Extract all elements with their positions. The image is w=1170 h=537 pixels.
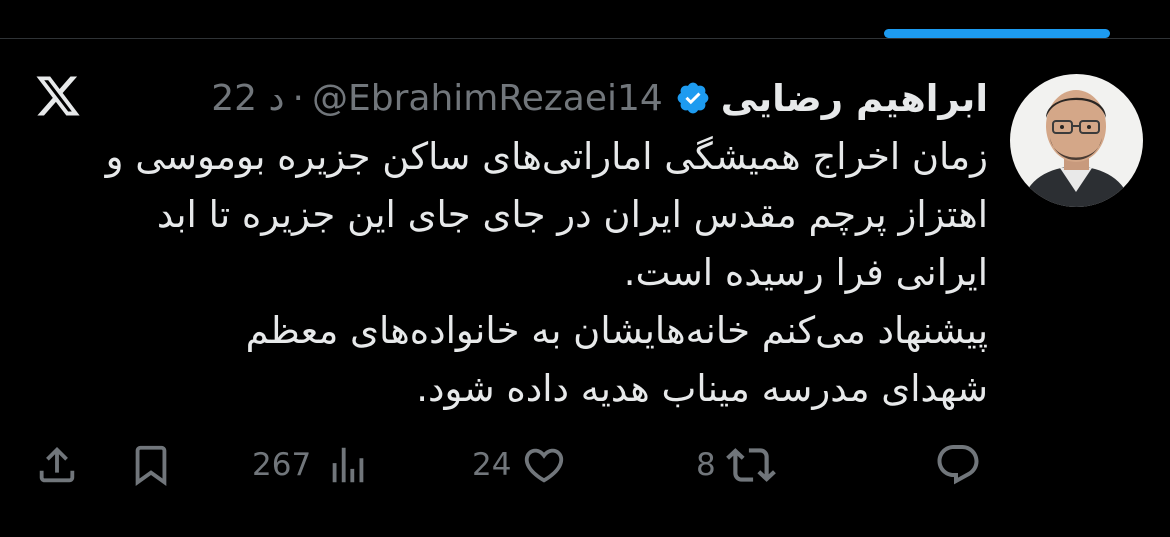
avatar[interactable] (1010, 74, 1143, 207)
bookmark-button[interactable] (128, 440, 174, 490)
views-button[interactable]: 267 (252, 440, 371, 490)
action-bar: 267 24 8 (0, 440, 1170, 490)
retweet-icon (725, 440, 776, 490)
tweet-text-line: ایرانی فرا رسیده است. (623, 251, 988, 294)
bookmark-icon (128, 442, 174, 488)
share-icon (34, 442, 80, 488)
timestamp[interactable]: 22 د (211, 78, 284, 119)
handle[interactable]: @EbrahimRezaei14 (312, 78, 663, 119)
like-count: 24 (472, 447, 512, 483)
tweet-text-line: اهتزاز پرچم مقدس ایران در جای جای این جز… (156, 193, 988, 236)
avatar-image (1010, 74, 1143, 207)
tweet-text-line: پیشنهاد می‌کنم خانه‌هایشان به خانواده‌ها… (245, 309, 988, 352)
tweet-text-line: زمان اخراج همیشگی اماراتی‌های ساکن جزیره… (105, 135, 988, 178)
display-name[interactable]: ابراهیم رضایی (721, 77, 988, 120)
verified-badge-icon (675, 80, 711, 116)
tweet-text-line: شهدای مدرسه میناب هدیه داده شود. (416, 367, 988, 410)
tweet-header: ابراهیم رضایی @EbrahimRezaei14 · 22 د (211, 70, 988, 126)
active-tab-indicator (884, 29, 1110, 38)
separator: · (292, 77, 304, 119)
heart-icon (521, 442, 567, 488)
tweet-text: زمان اخراج همیشگی اماراتی‌های ساکن جزیره… (105, 128, 988, 418)
top-divider (0, 38, 1170, 39)
reply-button[interactable] (934, 440, 982, 490)
x-logo-icon[interactable] (34, 72, 82, 120)
share-button[interactable] (34, 440, 80, 490)
views-count: 267 (252, 447, 312, 483)
retweet-button[interactable]: 8 (696, 440, 776, 490)
retweet-count: 8 (696, 447, 716, 483)
reply-icon (934, 441, 982, 489)
like-button[interactable]: 24 (472, 440, 567, 490)
analytics-icon (325, 442, 371, 488)
